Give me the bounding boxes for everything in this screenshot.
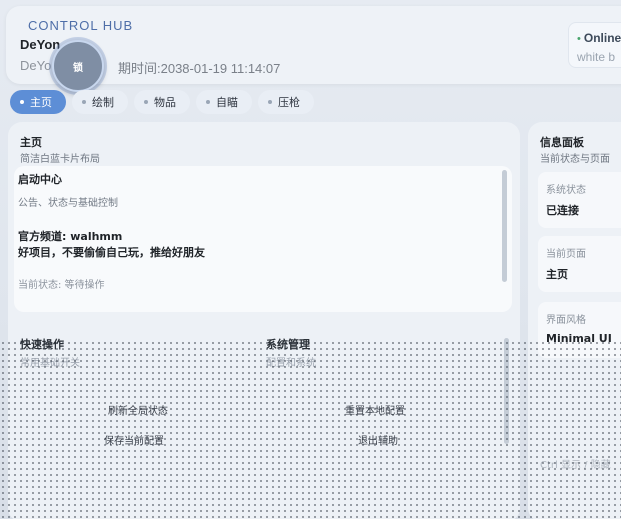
official-channel: 官方频道: walhmm xyxy=(18,230,123,243)
info-value: 已连接 xyxy=(546,204,579,217)
user-name-secondary: DeYo xyxy=(20,58,52,73)
tab-label: 自瞄 xyxy=(216,96,238,109)
reset-config-button[interactable]: 重置本地配置 xyxy=(345,402,405,417)
status-subtitle: white b xyxy=(577,50,616,64)
page-subtitle: 简洁白蓝卡片布局 xyxy=(20,154,100,165)
bullet-icon xyxy=(268,100,272,104)
bullet-icon xyxy=(206,100,210,104)
info-panel: 信息面板 当前状态与页面 系统状态 已连接 当前页面 主页 界面风格 Minim… xyxy=(528,122,621,519)
bullet-icon xyxy=(82,100,86,104)
status-dot-icon: • xyxy=(577,33,581,45)
status-badge: • Online white b xyxy=(568,22,621,68)
info-current-page: 当前页面 主页 xyxy=(538,236,621,292)
tab-label: 压枪 xyxy=(278,96,300,109)
info-value: Minimal UI xyxy=(546,332,612,345)
quick-actions-title: 快速操作 xyxy=(20,338,64,351)
info-key: 界面风格 xyxy=(546,315,586,326)
floating-lock-button[interactable]: 锁 xyxy=(52,40,104,92)
launch-card: 启动中心 公告、状态与基础控制 官方频道: walhmm 好项目，不要偷偷自己玩… xyxy=(14,166,512,312)
tab-home[interactable]: 主页 xyxy=(10,90,66,114)
notice-text: 好项目，不要偷偷自己玩，推给好朋友 xyxy=(18,246,205,259)
tab-recoil[interactable]: 压枪 xyxy=(258,90,314,114)
info-ui-style: 界面风格 Minimal UI xyxy=(538,302,621,358)
exit-button[interactable]: 退出辅助 xyxy=(358,432,398,447)
system-title: 系统管理 xyxy=(266,338,310,351)
tab-label: 主页 xyxy=(30,96,52,109)
info-key: 当前页面 xyxy=(546,249,586,260)
info-footer: Ctrl 显示 / 隐藏 xyxy=(540,460,611,471)
tab-items[interactable]: 物品 xyxy=(134,90,190,114)
card-heading: 启动中心 xyxy=(18,173,62,186)
bullet-icon xyxy=(20,100,24,104)
current-state: 当前状态: 等待操作 xyxy=(18,280,105,291)
app-title: CONTROL HUB xyxy=(28,18,134,33)
quick-actions-subtitle: 常用基础开关 xyxy=(20,358,80,369)
refresh-status-button[interactable]: 刷新全局状态 xyxy=(108,402,168,417)
tab-draw[interactable]: 绘制 xyxy=(72,90,128,114)
tab-label: 物品 xyxy=(154,96,176,109)
info-panel-title: 信息面板 xyxy=(540,136,584,149)
main-panel: 主页 简洁白蓝卡片布局 启动中心 公告、状态与基础控制 官方频道: walhmm… xyxy=(8,122,520,519)
bullet-icon xyxy=(144,100,148,104)
user-name: DeYon xyxy=(20,37,61,52)
page-title: 主页 xyxy=(20,136,42,149)
tab-label: 绘制 xyxy=(92,96,114,109)
card-description: 公告、状态与基础控制 xyxy=(18,198,118,209)
expire-time: 期时间:2038-01-19 11:14:07 xyxy=(118,61,281,76)
info-panel-subtitle: 当前状态与页面 xyxy=(540,154,610,165)
save-config-button[interactable]: 保存当前配置 xyxy=(104,432,164,447)
info-key: 系统状态 xyxy=(546,185,586,196)
tab-bar: 主页 绘制 物品 自瞄 压枪 xyxy=(10,90,314,114)
info-value: 主页 xyxy=(546,268,568,281)
tab-aim[interactable]: 自瞄 xyxy=(196,90,252,114)
status-title: Online xyxy=(583,31,621,45)
system-subtitle: 配置和系统 xyxy=(266,358,316,369)
info-system-status: 系统状态 已连接 xyxy=(538,172,621,228)
section-scrollbar[interactable] xyxy=(504,338,509,444)
card-scrollbar[interactable] xyxy=(502,170,507,282)
